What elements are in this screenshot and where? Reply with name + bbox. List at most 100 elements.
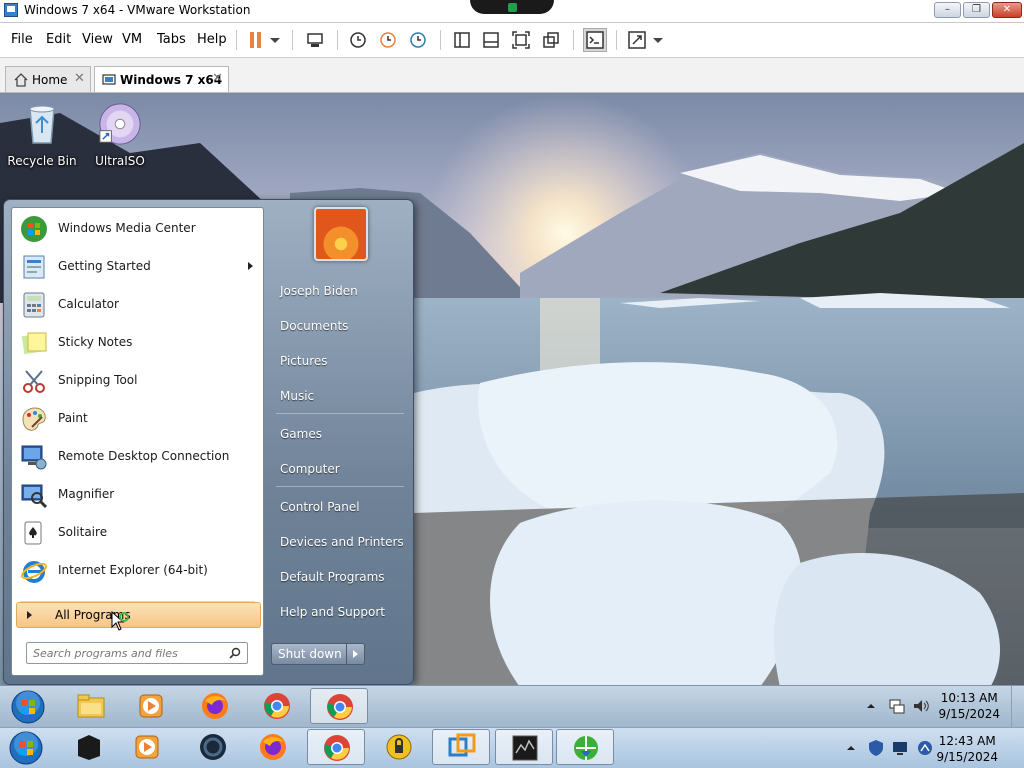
menu-help[interactable]: Help <box>197 32 227 47</box>
host-clock[interactable]: 12:43 AM 9/15/2024 <box>936 733 998 765</box>
start-item-sticky-notes[interactable]: Sticky Notes <box>16 325 259 361</box>
chrome-icon <box>264 693 290 719</box>
start-right-devices-printers[interactable]: Devices and Printers <box>272 528 410 556</box>
host-taskbar-vpn[interactable] <box>370 729 428 765</box>
start-right-default-programs[interactable]: Default Programs <box>272 563 410 591</box>
chevron-down-icon[interactable] <box>268 30 282 50</box>
start-search-box[interactable] <box>26 642 248 664</box>
minimize-button[interactable]: – <box>934 2 961 18</box>
host-taskbar-vmware[interactable] <box>432 729 490 765</box>
guest-clock[interactable]: 10:13 AM 9/15/2024 <box>938 690 1000 722</box>
show-library-icon[interactable] <box>452 30 472 50</box>
start-right-computer[interactable]: Computer <box>272 455 410 483</box>
home-icon <box>14 73 28 87</box>
start-right-pictures[interactable]: Pictures <box>272 347 410 375</box>
close-icon[interactable]: ✕ <box>74 71 85 86</box>
monitor-icon[interactable] <box>892 740 908 756</box>
toolbar-separator <box>337 30 338 50</box>
taskbar-firefox[interactable] <box>186 688 244 724</box>
menu-vm[interactable]: VM <box>122 32 142 47</box>
send-ctrl-alt-del-icon[interactable] <box>305 30 325 50</box>
shutdown-options-button[interactable] <box>346 643 365 665</box>
close-button[interactable]: ✕ <box>992 2 1022 18</box>
start-right-music[interactable]: Music <box>272 382 410 410</box>
taskbar-explorer[interactable] <box>62 688 120 724</box>
taskbar-media-player[interactable] <box>122 688 180 724</box>
start-item-solitaire[interactable]: Solitaire <box>16 515 259 551</box>
start-item-label: Snipping Tool <box>58 373 138 387</box>
start-right-user-name[interactable]: Joseph Biden <box>272 277 410 305</box>
tray-overflow-icon[interactable] <box>866 701 876 711</box>
snapshot-manager-icon[interactable] <box>408 30 428 50</box>
start-right-help-support[interactable]: Help and Support <box>272 598 410 626</box>
host-taskbar-task-manager[interactable] <box>495 729 553 765</box>
vmware-titlebar: Windows 7 x64 - VMware Workstation – ❐ ✕ <box>0 0 1024 23</box>
show-desktop-button[interactable] <box>1011 686 1024 727</box>
start-item-windows-media-center[interactable]: Windows Media Center <box>16 211 259 247</box>
snipping-tool-icon <box>23 370 45 393</box>
host-taskbar-media-player[interactable] <box>118 729 176 765</box>
network-icon[interactable] <box>888 697 906 715</box>
unity-icon[interactable] <box>541 30 561 50</box>
getting-started-icon <box>23 255 45 279</box>
volume-icon[interactable] <box>912 697 930 715</box>
search-input[interactable] <box>33 645 221 661</box>
start-right-control-panel[interactable]: Control Panel <box>272 493 410 521</box>
vpn-icon <box>386 734 412 760</box>
desktop-icon-recycle-bin[interactable]: Recycle Bin <box>4 101 80 168</box>
close-icon[interactable]: ✕ <box>212 71 223 86</box>
start-item-magnifier[interactable]: Magnifier <box>16 477 259 513</box>
tab-home[interactable]: Home ✕ <box>5 66 91 92</box>
firefox-icon <box>260 734 286 760</box>
start-right-documents[interactable]: Documents <box>272 312 410 340</box>
control-panel-label: Control Panel <box>280 500 360 514</box>
window-controls: – ❐ ✕ <box>934 2 1022 18</box>
user-picture-avatar[interactable] <box>314 207 368 261</box>
taskbar-chrome[interactable] <box>248 688 306 724</box>
vm-running-icon <box>508 3 517 12</box>
desktop-icon-ultraiso[interactable]: UltraISO <box>82 101 158 168</box>
start-item-getting-started[interactable]: Getting Started <box>16 249 259 285</box>
start-item-internet-explorer[interactable]: Internet Explorer (64-bit) <box>16 553 259 589</box>
vm-tab-strip: Home ✕ Windows 7 x64 ✕ <box>0 58 1024 93</box>
start-item-calculator[interactable]: Calculator <box>16 287 259 323</box>
search-icon[interactable] <box>229 647 241 659</box>
thumbnail-bar-icon[interactable] <box>481 30 501 50</box>
host-taskbar-firefox[interactable] <box>244 729 302 765</box>
submenu-arrow-icon <box>248 262 253 270</box>
host-taskbar-obs[interactable] <box>184 729 242 765</box>
maximize-button[interactable]: ❐ <box>963 2 990 18</box>
chevron-down-icon[interactable] <box>651 30 665 50</box>
wifi-icon[interactable] <box>916 739 934 757</box>
tray-overflow-icon[interactable] <box>846 743 856 753</box>
ultraiso-disc-icon <box>99 103 141 145</box>
menu-file[interactable]: File <box>11 32 33 47</box>
toolbar-separator <box>440 30 441 50</box>
menu-view[interactable]: View <box>82 32 113 47</box>
vm-status-notch[interactable] <box>470 0 554 14</box>
host-taskbar-terminal[interactable] <box>60 729 118 765</box>
host-taskbar-network-tool[interactable] <box>556 729 614 765</box>
revert-snapshot-icon[interactable] <box>378 30 398 50</box>
taskbar-chrome-active[interactable] <box>310 688 368 724</box>
busy-cursor-icon <box>111 611 129 631</box>
start-right-games[interactable]: Games <box>272 420 410 448</box>
full-screen-icon[interactable] <box>511 30 531 50</box>
start-item-paint[interactable]: Paint <box>16 401 259 437</box>
pause-icon[interactable] <box>246 30 266 50</box>
shield-icon[interactable] <box>868 739 884 757</box>
shutdown-button[interactable]: Shut down <box>271 643 347 665</box>
console-view-icon[interactable] <box>583 28 607 52</box>
snapshot-icon[interactable] <box>348 30 368 50</box>
recycle-bin-icon <box>29 105 55 144</box>
tab-windows7[interactable]: Windows 7 x64 ✕ <box>94 66 229 92</box>
start-button[interactable] <box>0 688 58 724</box>
menu-edit[interactable]: Edit <box>46 32 71 47</box>
all-programs-button[interactable]: All Programs <box>16 602 261 631</box>
host-start-button[interactable] <box>0 729 58 765</box>
start-item-remote-desktop[interactable]: Remote Desktop Connection <box>16 439 259 475</box>
stretch-guest-icon[interactable] <box>627 30 647 50</box>
menu-tabs[interactable]: Tabs <box>157 32 186 47</box>
host-taskbar-chrome[interactable] <box>307 729 365 765</box>
start-item-snipping-tool[interactable]: Snipping Tool <box>16 363 259 399</box>
